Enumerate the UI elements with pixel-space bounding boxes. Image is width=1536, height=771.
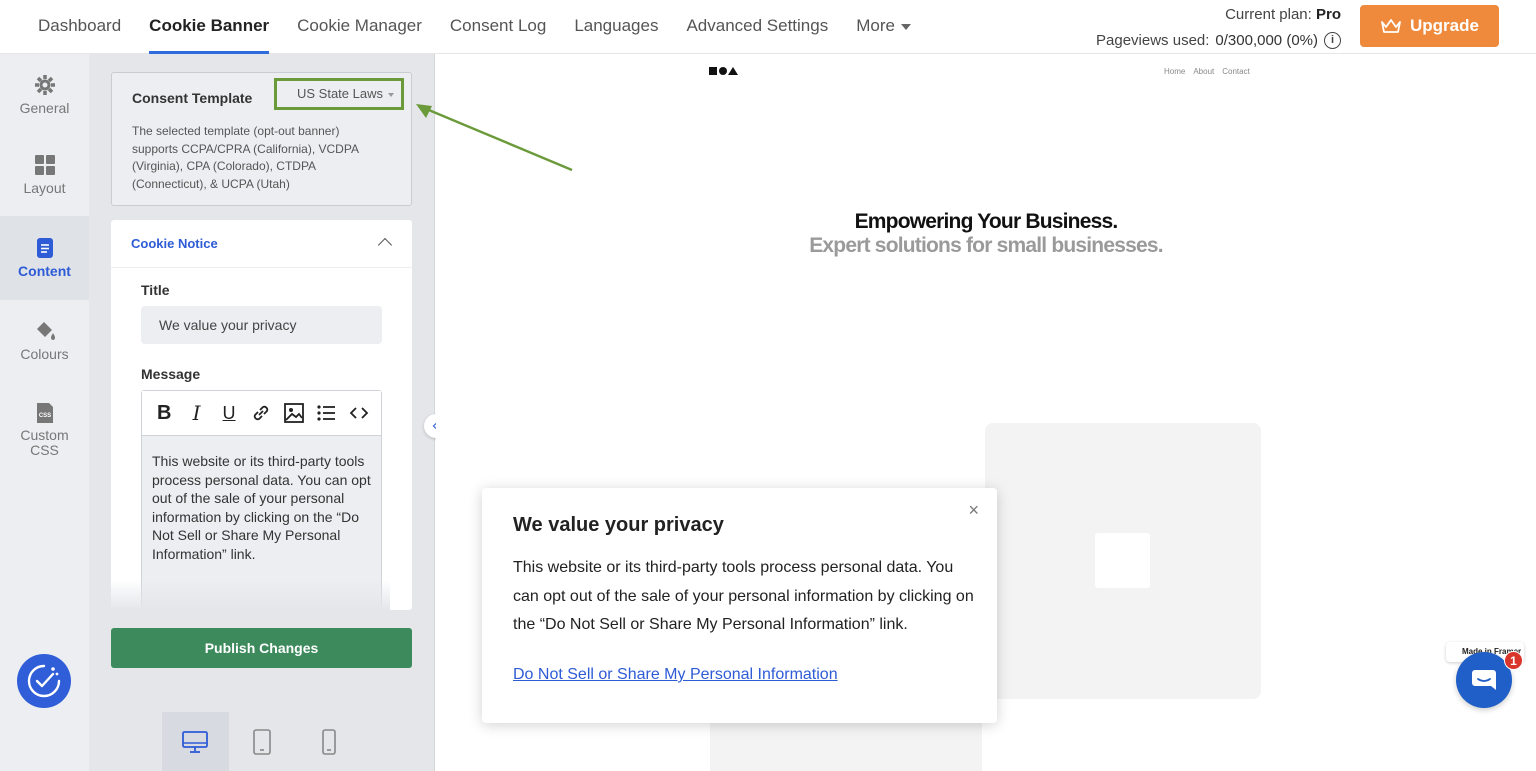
top-navigation: Dashboard Cookie Banner Cookie Manager C… bbox=[0, 0, 1536, 54]
rail-item-colours[interactable]: Colours bbox=[0, 320, 89, 380]
device-preview-switcher bbox=[162, 712, 362, 771]
underline-icon[interactable]: U bbox=[216, 400, 242, 426]
rail-label-content: Content bbox=[18, 263, 71, 279]
chevron-down-icon bbox=[900, 23, 911, 30]
pageviews-value: 0/300,000 (0%) bbox=[1215, 31, 1318, 49]
bold-icon[interactable]: B bbox=[151, 400, 177, 426]
consent-app-logo-button[interactable] bbox=[17, 654, 71, 708]
website-preview: Home About Contact Empowering Your Busin… bbox=[436, 54, 1536, 771]
plan-label: Current plan: bbox=[1225, 6, 1312, 23]
bullet-list-icon[interactable] bbox=[313, 400, 339, 426]
settings-rail: General Layout Content Colours CSS Custo… bbox=[0, 54, 89, 771]
tab-cookie-manager[interactable]: Cookie Manager bbox=[283, 0, 436, 54]
editor-toolbar: B I U bbox=[142, 391, 381, 436]
title-input[interactable]: We value your privacy bbox=[141, 306, 382, 344]
chevron-down-icon bbox=[388, 92, 394, 97]
publish-changes-button[interactable]: Publish Changes bbox=[111, 628, 412, 668]
title-field-label: Title bbox=[141, 282, 170, 298]
svg-text:CSS: CSS bbox=[38, 413, 50, 419]
chat-icon bbox=[1472, 670, 1496, 690]
site-nav: Home About Contact bbox=[1164, 67, 1250, 76]
site-nav-contact[interactable]: Contact bbox=[1222, 67, 1250, 76]
desktop-icon bbox=[182, 730, 209, 753]
message-field-label: Message bbox=[141, 366, 201, 382]
message-editor-text[interactable]: This website or its third-party tools pr… bbox=[142, 436, 381, 579]
site-nav-home[interactable]: Home bbox=[1164, 67, 1185, 76]
rail-item-layout[interactable]: Layout bbox=[0, 154, 89, 216]
pageviews-label: Pageviews used: bbox=[1096, 31, 1210, 49]
rail-label-general: General bbox=[19, 100, 70, 116]
main-tabs: Dashboard Cookie Banner Cookie Manager C… bbox=[24, 0, 925, 54]
tablet-preview-button[interactable] bbox=[229, 712, 296, 771]
placeholder-image bbox=[1095, 533, 1150, 588]
consent-template-value: US State Laws bbox=[297, 86, 383, 101]
tab-languages[interactable]: Languages bbox=[560, 0, 672, 54]
tab-consent-log[interactable]: Consent Log bbox=[436, 0, 560, 54]
site-nav-about[interactable]: About bbox=[1193, 67, 1214, 76]
upgrade-label: Upgrade bbox=[1410, 16, 1479, 35]
chevron-up-icon[interactable] bbox=[377, 237, 393, 253]
tablet-icon bbox=[253, 728, 271, 755]
tab-more-label: More bbox=[856, 16, 895, 35]
link-icon[interactable] bbox=[248, 400, 274, 426]
desktop-preview-button[interactable] bbox=[162, 712, 229, 771]
cookie-banner: × We value your privacy This website or … bbox=[482, 488, 997, 723]
rail-label-custom-css: Custom CSS bbox=[20, 427, 69, 458]
site-logo bbox=[709, 67, 738, 75]
cookie-notice-card: Cookie Notice Title We value your privac… bbox=[111, 220, 412, 610]
consent-template-select[interactable]: US State Laws bbox=[274, 78, 404, 110]
rail-item-general[interactable]: General bbox=[0, 74, 89, 134]
document-icon bbox=[36, 238, 53, 258]
consent-template-description: The selected template (opt-out banner) s… bbox=[132, 124, 359, 191]
panel-scroll-fade bbox=[89, 580, 390, 610]
plan-value: Pro bbox=[1315, 6, 1341, 23]
tab-more[interactable]: More bbox=[842, 0, 925, 54]
cookie-check-icon bbox=[27, 664, 61, 698]
hero-subheadline: Expert solutions for small businesses. bbox=[809, 234, 1163, 257]
consent-template-label: Consent Template bbox=[132, 90, 253, 106]
rail-item-content[interactable]: Content bbox=[0, 216, 89, 300]
chat-notification-badge: 1 bbox=[1504, 651, 1523, 670]
italic-icon[interactable]: I bbox=[184, 400, 210, 426]
cookie-notice-title: Cookie Notice bbox=[131, 236, 218, 251]
mobile-icon bbox=[321, 728, 336, 755]
message-editor[interactable]: B I U This website or its third-party to… bbox=[141, 390, 382, 610]
image-icon[interactable] bbox=[281, 400, 307, 426]
annotation-arrow bbox=[416, 104, 573, 172]
grid-icon bbox=[34, 155, 55, 175]
banner-message: This website or its third-party tools pr… bbox=[513, 559, 974, 633]
hero-headline: Empowering Your Business. bbox=[854, 210, 1119, 233]
info-icon[interactable]: i bbox=[1324, 31, 1341, 49]
close-icon[interactable]: × bbox=[968, 500, 979, 521]
gear-icon bbox=[34, 75, 55, 95]
tab-cookie-banner[interactable]: Cookie Banner bbox=[135, 0, 283, 54]
upgrade-button[interactable]: Upgrade bbox=[1360, 5, 1499, 47]
tab-advanced-settings[interactable]: Advanced Settings bbox=[672, 0, 842, 54]
placeholder-image-card bbox=[985, 423, 1261, 699]
mobile-preview-button[interactable] bbox=[295, 712, 362, 771]
rail-label-layout: Layout bbox=[23, 180, 66, 196]
css-file-icon: CSS bbox=[36, 403, 53, 423]
do-not-sell-link[interactable]: Do Not Sell or Share My Personal Informa… bbox=[513, 666, 838, 684]
consent-template-card: Consent Template US State Laws The selec… bbox=[111, 72, 412, 206]
code-icon[interactable] bbox=[346, 400, 372, 426]
rail-item-custom-css[interactable]: CSS Custom CSS bbox=[0, 402, 89, 462]
cookie-notice-header[interactable]: Cookie Notice bbox=[111, 220, 412, 268]
paint-bucket-icon bbox=[36, 322, 55, 340]
settings-panel: Consent Template US State Laws The selec… bbox=[89, 54, 435, 771]
crown-icon bbox=[1381, 19, 1401, 33]
plan-info: Current plan: Pro Pageviews used: 0/300,0… bbox=[1096, 6, 1341, 50]
rail-label-colours: Colours bbox=[20, 346, 69, 362]
tab-dashboard[interactable]: Dashboard bbox=[24, 0, 135, 54]
banner-title: We value your privacy bbox=[513, 514, 724, 536]
